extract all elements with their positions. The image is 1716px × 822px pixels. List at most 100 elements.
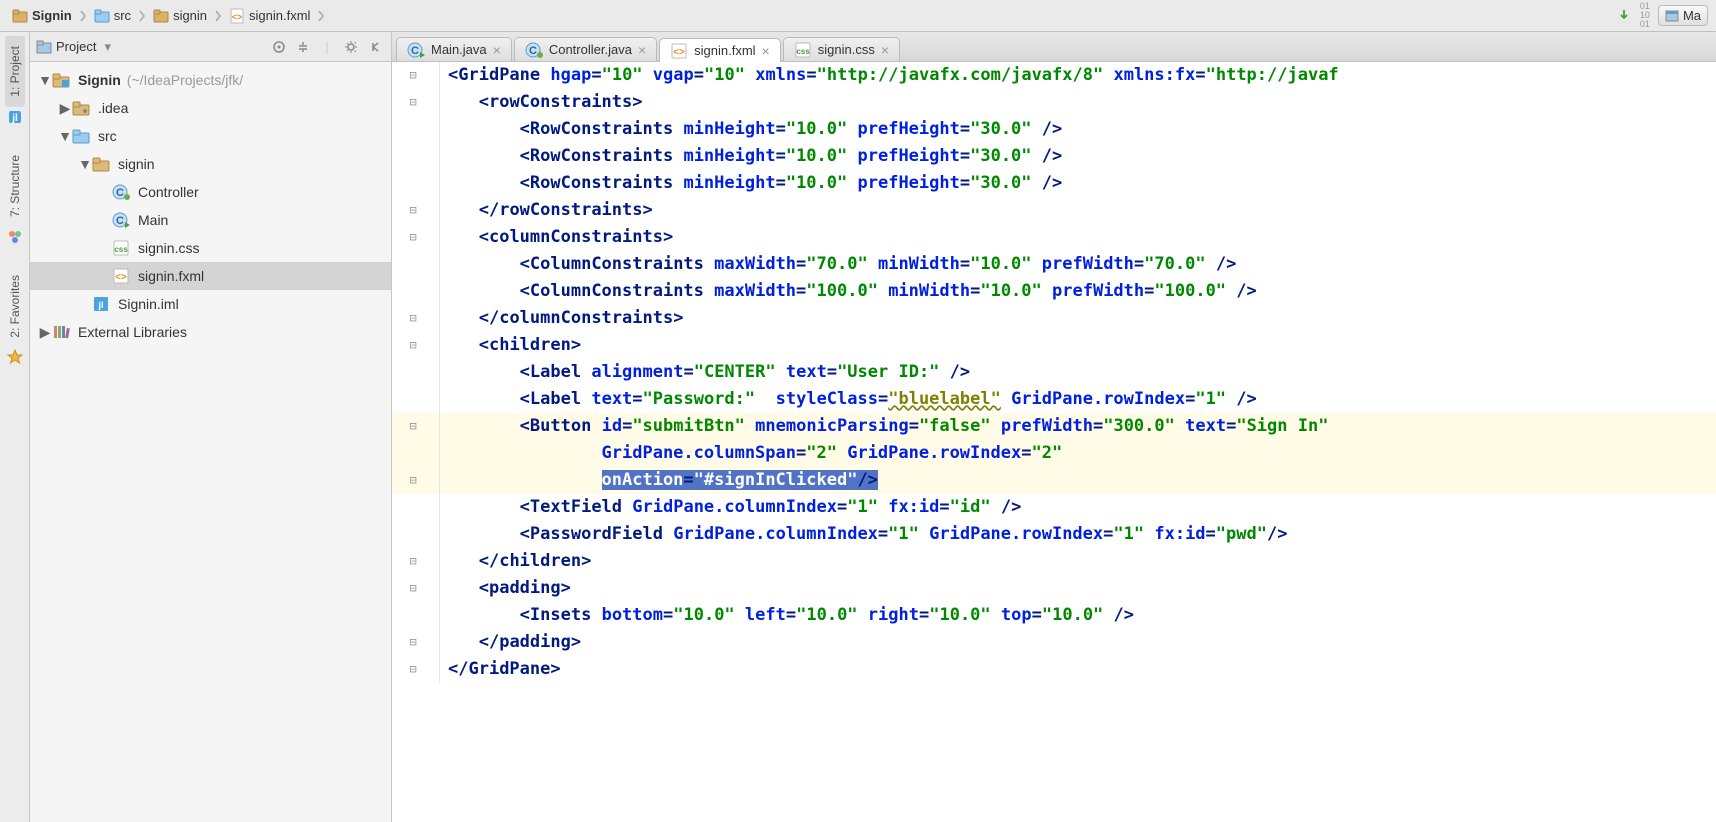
code-line[interactable]: <Insets bottom="10.0" left="10.0" right=…: [440, 602, 1716, 629]
editor-tab-signin-css[interactable]: csssignin.css×: [783, 37, 900, 61]
tree-item-src[interactable]: ▼src: [30, 122, 391, 150]
dropdown-arrow-icon[interactable]: ▾: [104, 39, 111, 55]
sidebar-tab-structure[interactable]: 7: Structure: [5, 145, 25, 227]
gutter[interactable]: ⊟: [392, 575, 440, 602]
breadcrumb-src[interactable]: src: [90, 6, 135, 26]
fold-icon[interactable]: ⊟: [410, 467, 422, 494]
tab-label: signin.fxml: [694, 43, 755, 58]
code-line[interactable]: onAction="#signInClicked"/>: [440, 467, 1716, 494]
gutter[interactable]: ⊟: [392, 656, 440, 683]
code-line[interactable]: <TextField GridPane.columnIndex="1" fx:i…: [440, 494, 1716, 521]
gutter[interactable]: [392, 494, 440, 521]
code-line[interactable]: <children>: [440, 332, 1716, 359]
project-tree[interactable]: ▼Signin(~/IdeaProjects/jfk/▶.idea▼src▼si…: [30, 62, 391, 350]
code-line[interactable]: <RowConstraints minHeight="10.0" prefHei…: [440, 143, 1716, 170]
editor-tab-main-java[interactable]: CMain.java×: [396, 37, 512, 61]
download-icon[interactable]: [1616, 8, 1632, 24]
locate-button[interactable]: [269, 37, 289, 57]
gutter[interactable]: [392, 143, 440, 170]
code-line[interactable]: <GridPane hgap="10" vgap="10" xmlns="htt…: [440, 62, 1716, 89]
fold-icon[interactable]: ⊟: [410, 413, 422, 440]
tree-item-external-libraries[interactable]: ▶External Libraries: [30, 318, 391, 346]
fold-icon[interactable]: ⊟: [410, 197, 422, 224]
code-line[interactable]: <columnConstraints>: [440, 224, 1716, 251]
gutter[interactable]: [392, 440, 440, 467]
tree-item-signin[interactable]: ▼ signin: [30, 150, 391, 178]
project-header-title[interactable]: Project: [56, 39, 96, 54]
gutter[interactable]: [392, 602, 440, 629]
sidebar-tab-project[interactable]: 1: Project: [5, 36, 25, 107]
tree-item-signin-fxml[interactable]: <>signin.fxml: [30, 262, 391, 290]
code-line[interactable]: <RowConstraints minHeight="10.0" prefHei…: [440, 170, 1716, 197]
breadcrumb-signin-pkg[interactable]: signin: [149, 6, 211, 26]
gutter[interactable]: ⊟: [392, 332, 440, 359]
code-line[interactable]: </GridPane>: [440, 656, 1716, 683]
fold-icon[interactable]: ⊟: [410, 656, 422, 683]
gutter[interactable]: ⊟: [392, 467, 440, 494]
code-line[interactable]: </columnConstraints>: [440, 305, 1716, 332]
expand-icon[interactable]: ▼: [38, 72, 52, 88]
make-button[interactable]: Ma: [1658, 5, 1708, 26]
gutter[interactable]: ⊟: [392, 197, 440, 224]
gutter[interactable]: [392, 359, 440, 386]
fold-icon[interactable]: ⊟: [410, 332, 422, 359]
breadcrumb-file[interactable]: <> signin.fxml: [225, 6, 314, 26]
fold-icon[interactable]: ⊟: [410, 548, 422, 575]
code-line[interactable]: <Label text="Password:" styleClass="blue…: [440, 386, 1716, 413]
expand-icon[interactable]: ▼: [78, 156, 92, 172]
expand-icon[interactable]: ▶: [58, 100, 72, 117]
tree-item-signin-css[interactable]: csssignin.css: [30, 234, 391, 262]
gutter[interactable]: [392, 521, 440, 548]
close-icon[interactable]: ×: [762, 43, 770, 59]
breadcrumb-signin[interactable]: Signin: [8, 6, 76, 26]
close-icon[interactable]: ×: [493, 42, 501, 58]
tree-item-signin[interactable]: ▼Signin(~/IdeaProjects/jfk/: [30, 66, 391, 94]
editor-tab-signin-fxml[interactable]: <>signin.fxml×: [659, 38, 781, 62]
code-line[interactable]: <Button id="submitBtn" mnemonicParsing="…: [440, 413, 1716, 440]
gutter[interactable]: [392, 386, 440, 413]
tree-item-controller[interactable]: CController: [30, 178, 391, 206]
expand-icon[interactable]: ▼: [58, 128, 72, 144]
close-icon[interactable]: ×: [881, 42, 889, 58]
code-line[interactable]: <ColumnConstraints maxWidth="100.0" minW…: [440, 278, 1716, 305]
fold-icon[interactable]: ⊟: [410, 305, 422, 332]
gutter[interactable]: [392, 170, 440, 197]
close-icon[interactable]: ×: [638, 42, 646, 58]
code-line[interactable]: </padding>: [440, 629, 1716, 656]
fold-icon[interactable]: ⊟: [410, 629, 422, 656]
sidebar-tab-favorites[interactable]: 2: Favorites: [5, 265, 25, 348]
gutter[interactable]: ⊟: [392, 224, 440, 251]
code-line[interactable]: <rowConstraints>: [440, 89, 1716, 116]
gutter[interactable]: ⊟: [392, 305, 440, 332]
code-line[interactable]: <PasswordField GridPane.columnIndex="1" …: [440, 521, 1716, 548]
gutter[interactable]: ⊟: [392, 62, 440, 89]
expand-icon[interactable]: ▶: [38, 324, 52, 341]
gutter[interactable]: [392, 278, 440, 305]
code-line[interactable]: </rowConstraints>: [440, 197, 1716, 224]
gutter[interactable]: [392, 251, 440, 278]
code-line[interactable]: <Label alignment="CENTER" text="User ID:…: [440, 359, 1716, 386]
fold-icon[interactable]: ⊟: [410, 224, 422, 251]
gutter[interactable]: ⊟: [392, 548, 440, 575]
code-line[interactable]: </children>: [440, 548, 1716, 575]
tree-item--idea[interactable]: ▶.idea: [30, 94, 391, 122]
fold-icon[interactable]: ⊟: [410, 62, 422, 89]
code-line[interactable]: <RowConstraints minHeight="10.0" prefHei…: [440, 116, 1716, 143]
code-line[interactable]: <padding>: [440, 575, 1716, 602]
gear-icon[interactable]: [341, 37, 361, 57]
tree-item-label: signin: [118, 156, 155, 172]
code-line[interactable]: <ColumnConstraints maxWidth="70.0" minWi…: [440, 251, 1716, 278]
hide-button[interactable]: [365, 37, 385, 57]
gutter[interactable]: ⊟: [392, 413, 440, 440]
fold-icon[interactable]: ⊟: [410, 575, 422, 602]
collapse-all-button[interactable]: [293, 37, 313, 57]
gutter[interactable]: [392, 116, 440, 143]
gutter[interactable]: ⊟: [392, 89, 440, 116]
gutter[interactable]: ⊟: [392, 629, 440, 656]
tree-item-signin-iml[interactable]: jlSignin.iml: [30, 290, 391, 318]
code-editor[interactable]: ⊟ <GridPane hgap="10" vgap="10" xmlns="ht…: [392, 62, 1716, 822]
code-line[interactable]: GridPane.columnSpan="2" GridPane.rowInde…: [440, 440, 1716, 467]
tree-item-main[interactable]: CMain: [30, 206, 391, 234]
editor-tab-controller-java[interactable]: CController.java×: [514, 37, 657, 61]
fold-icon[interactable]: ⊟: [410, 89, 422, 116]
